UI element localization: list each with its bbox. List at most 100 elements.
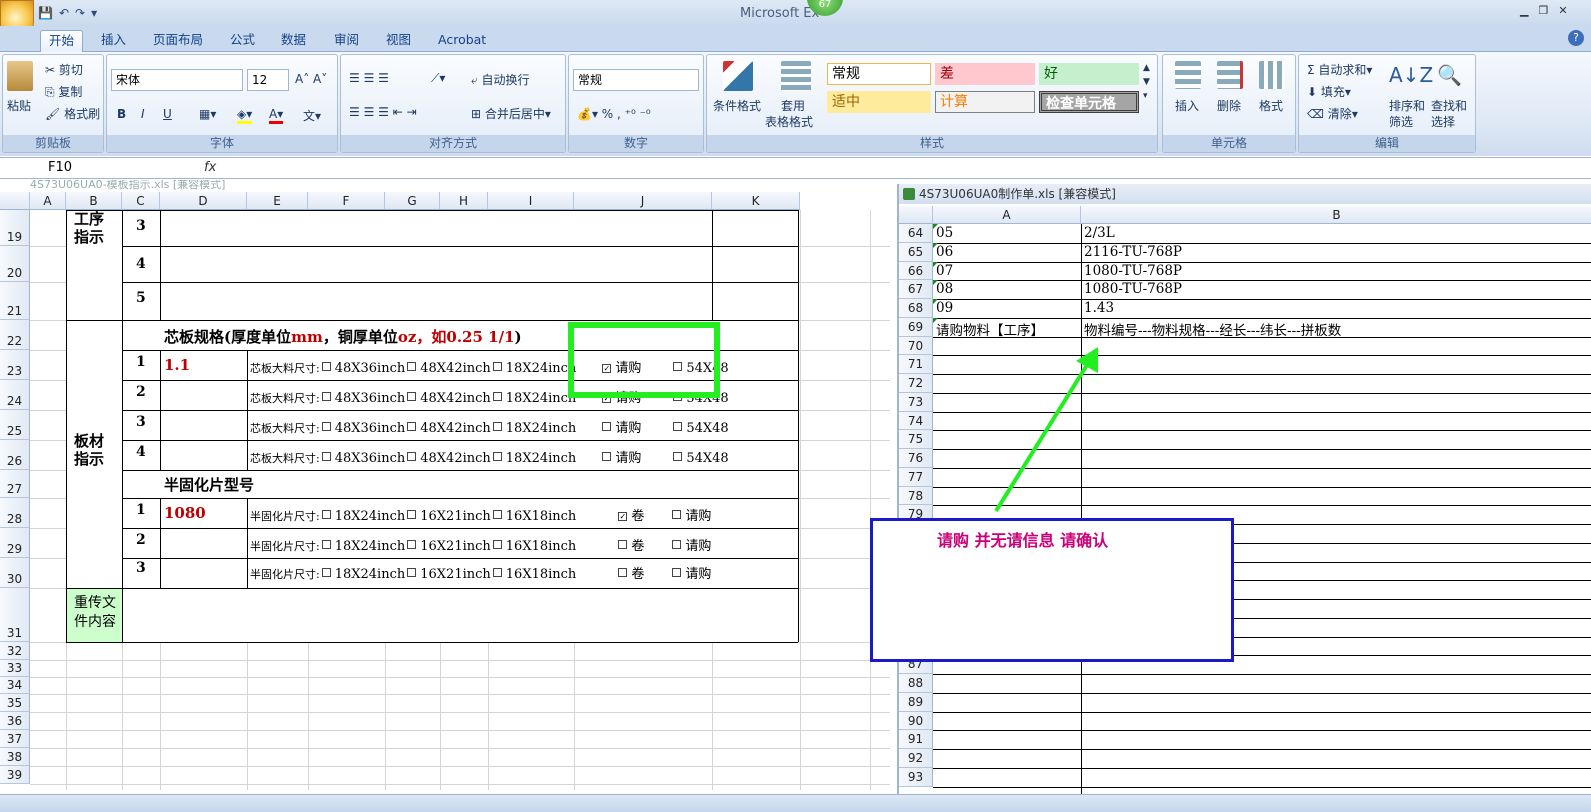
option-checkbox[interactable]: 卷: [616, 567, 644, 582]
minimize-icon[interactable]: ▁: [1520, 4, 1528, 17]
cell-a[interactable]: 06: [936, 244, 953, 260]
autosum-button[interactable]: Σ 自动求和▾: [1307, 61, 1372, 78]
row-header[interactable]: 22: [0, 320, 30, 350]
row-header[interactable]: 37: [0, 730, 30, 748]
option-checkbox[interactable]: 请购: [670, 567, 711, 582]
row-header[interactable]: 71: [899, 355, 933, 374]
restore-icon[interactable]: ❐: [1538, 4, 1548, 17]
align-left-button[interactable]: ☰ ☰ ☰ ⇤ ⇥: [349, 105, 417, 119]
cell-b[interactable]: 1.43: [1084, 300, 1114, 316]
option-checkbox[interactable]: 48X36inch: [320, 361, 405, 376]
row-header[interactable]: 32: [0, 642, 30, 660]
style-normal[interactable]: 常规: [827, 63, 931, 85]
option-checkbox[interactable]: 54X48: [671, 451, 729, 466]
row-header[interactable]: 89: [899, 692, 933, 712]
row-header[interactable]: 24: [0, 380, 30, 410]
core-value[interactable]: 1.1: [164, 356, 190, 374]
sort-filter-button[interactable]: 排序和: [1389, 97, 1425, 114]
option-checkbox[interactable]: 18X24inch: [320, 539, 405, 554]
fill-color-button[interactable]: ◈▾: [237, 107, 253, 124]
row-header[interactable]: 65: [899, 242, 933, 262]
row-header[interactable]: 27: [0, 470, 30, 498]
border-button[interactable]: ▦▾: [199, 107, 216, 121]
style-good[interactable]: 好: [1039, 63, 1139, 85]
orientation-button[interactable]: ⟋▾: [431, 71, 445, 86]
row-header[interactable]: 75: [899, 430, 933, 449]
tab-page-layout[interactable]: 页面布局: [145, 30, 211, 52]
insert-icon[interactable]: [1175, 61, 1201, 89]
row-header[interactable]: 33: [0, 660, 30, 677]
option-checkbox[interactable]: 18X24inch: [491, 421, 576, 436]
row-header[interactable]: 64: [899, 224, 933, 243]
cell-a[interactable]: 08: [936, 281, 953, 297]
row-header[interactable]: 91: [899, 730, 933, 749]
option-checkbox[interactable]: 48X42inch: [405, 391, 491, 406]
merge-center-button[interactable]: ⊞ 合并后居中▾: [471, 105, 551, 122]
find-select-button[interactable]: 查找和: [1431, 97, 1467, 114]
copy-button[interactable]: ⎘ 复制: [45, 83, 82, 100]
pp-size-options[interactable]: 半固化片尺寸: 18X24inch 16X21inch 16X18inch 卷 请购: [250, 563, 711, 582]
corner-cell[interactable]: [0, 192, 30, 210]
insert-button[interactable]: 插入: [1175, 97, 1199, 114]
row-header[interactable]: 19: [0, 210, 30, 246]
option-checkbox[interactable]: 16X18inch: [491, 539, 576, 554]
customize-icon[interactable]: ▾: [91, 6, 97, 20]
option-checkbox[interactable]: 48X36inch: [320, 421, 405, 436]
clear-button[interactable]: ⌫ 清除▾: [1307, 105, 1358, 122]
pp-size-options[interactable]: 半固化片尺寸: 18X24inch 16X21inch 16X18inch ✓ 卷 请购: [250, 505, 711, 524]
phonetic-button[interactable]: 文▾: [303, 107, 321, 124]
column-header[interactable]: I: [488, 192, 574, 210]
option-checkbox[interactable]: 请购: [670, 509, 711, 524]
row-header[interactable]: 31: [0, 588, 30, 642]
style-neutral[interactable]: 适中: [827, 91, 931, 113]
row-header[interactable]: 34: [0, 677, 30, 694]
row-header[interactable]: 28: [0, 498, 30, 528]
option-checkbox[interactable]: ✓ 卷: [616, 509, 644, 524]
column-header[interactable]: C: [122, 192, 160, 210]
format-painter-button[interactable]: 🖌 格式刷: [45, 105, 100, 122]
find-select-icon[interactable]: 🔍: [1437, 63, 1462, 87]
row-header[interactable]: 20: [0, 246, 30, 282]
column-header[interactable]: F: [308, 192, 385, 210]
table-format-button[interactable]: 套用: [781, 97, 805, 114]
row-header[interactable]: 30: [0, 558, 30, 588]
column-header[interactable]: B: [1081, 206, 1591, 224]
cell-b[interactable]: 1080-TU-768P: [1084, 263, 1182, 279]
column-header[interactable]: E: [247, 192, 308, 210]
row-header[interactable]: 76: [899, 449, 933, 468]
row-header[interactable]: 90: [899, 711, 933, 731]
styles-scroll[interactable]: ▲ ▼ ▾: [1143, 61, 1150, 103]
row-header[interactable]: 23: [0, 350, 30, 380]
option-checkbox[interactable]: 请购: [600, 451, 641, 466]
fx-icon[interactable]: fx: [204, 160, 216, 175]
option-checkbox[interactable]: 请购: [600, 421, 641, 436]
row-header[interactable]: 68: [899, 299, 933, 318]
undo-icon[interactable]: ↶: [59, 6, 69, 20]
cell-b[interactable]: 物料编号---物料规格---经长---纬长---拼板数: [1084, 319, 1341, 339]
sort-filter-icon[interactable]: A↓Z: [1389, 63, 1433, 87]
row-header[interactable]: 67: [899, 280, 933, 299]
paste-button[interactable]: 粘贴: [7, 97, 31, 114]
row-header[interactable]: 21: [0, 282, 30, 320]
cell-b[interactable]: 2116-TU-768P: [1084, 244, 1182, 260]
bold-button[interactable]: B: [117, 107, 126, 121]
option-checkbox[interactable]: 16X21inch: [405, 509, 491, 524]
cell-a[interactable]: 05: [936, 225, 953, 241]
row-header[interactable]: 78: [899, 486, 933, 506]
close-icon[interactable]: ✕: [1558, 4, 1567, 17]
option-checkbox[interactable]: 18X24inch: [320, 567, 405, 582]
row-header[interactable]: 93: [899, 767, 933, 787]
row-header[interactable]: 26: [0, 440, 30, 470]
column-header[interactable]: H: [440, 192, 488, 210]
font-color-button[interactable]: A▾: [269, 107, 284, 124]
option-checkbox[interactable]: 18X24inch: [491, 451, 576, 466]
table-format-icon[interactable]: [781, 61, 811, 91]
delete-button[interactable]: 删除: [1217, 97, 1241, 114]
tab-home[interactable]: 开始: [40, 30, 84, 52]
redo-icon[interactable]: ↷: [75, 6, 85, 20]
option-checkbox[interactable]: 48X42inch: [405, 361, 491, 376]
name-box[interactable]: F10: [2, 159, 144, 177]
row-header[interactable]: 69: [899, 317, 933, 337]
option-checkbox[interactable]: 18X24inch: [320, 509, 405, 524]
tab-acrobat[interactable]: Acrobat: [430, 30, 494, 52]
